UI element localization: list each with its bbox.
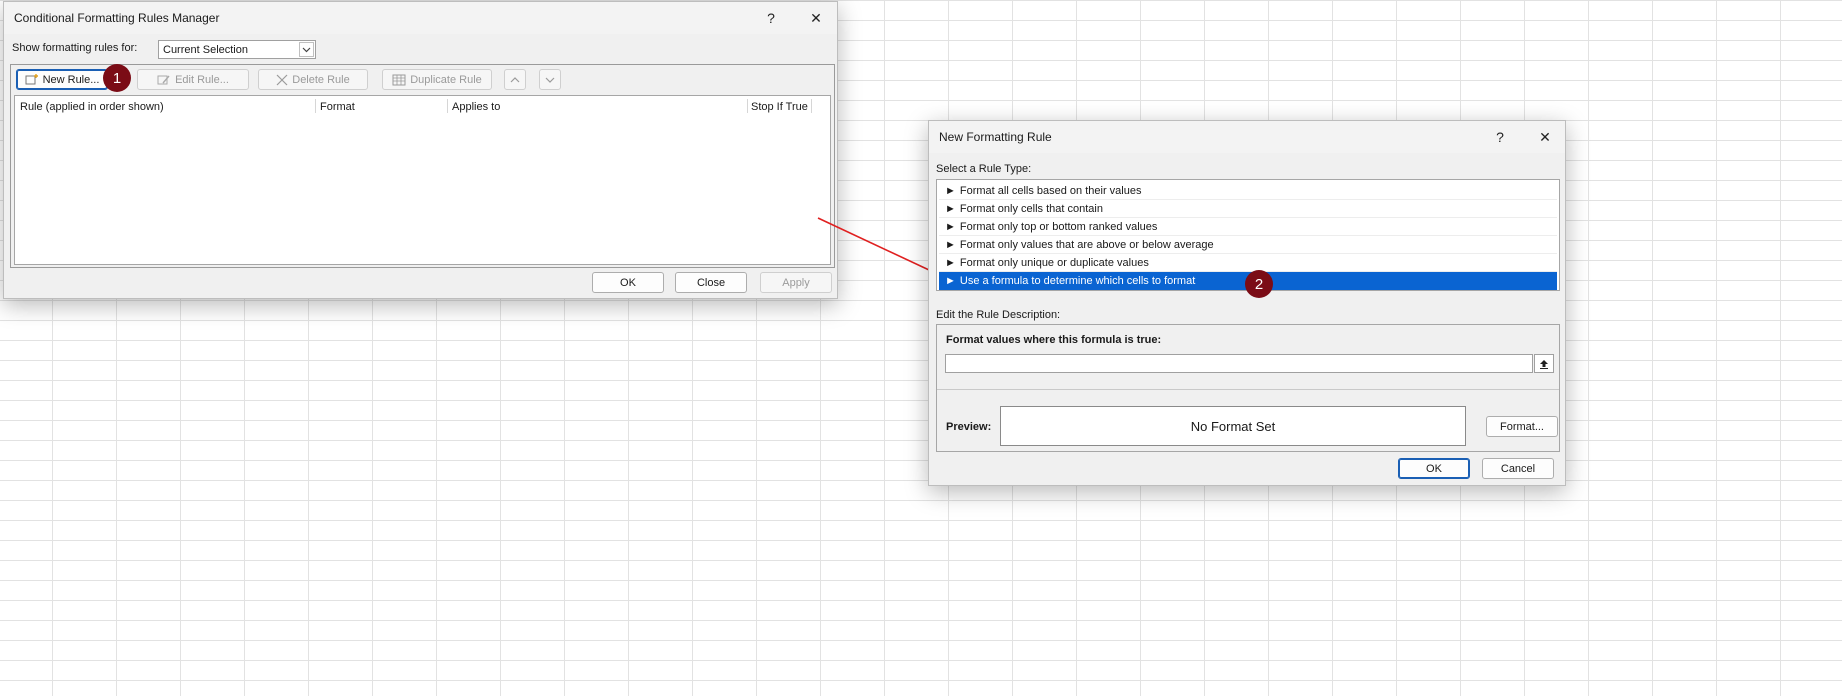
select-rule-type-label: Select a Rule Type: [936, 163, 1032, 175]
edit-rule-icon [157, 75, 170, 84]
rules-list-frame: New Rule... Edit Rule... Delete Rule Dup… [10, 64, 835, 268]
arrow-right-icon: ► [945, 238, 956, 251]
column-stop-if-true[interactable]: Stop If True [751, 101, 808, 113]
move-up-button[interactable] [504, 69, 526, 90]
move-down-button[interactable] [539, 69, 561, 90]
chevron-down-icon[interactable] [299, 42, 314, 57]
rules-list[interactable]: Rule (applied in order shown) Format App… [14, 95, 831, 265]
arrow-right-icon: ► [945, 256, 956, 269]
new-rule-title: New Formatting Rule [939, 130, 1052, 144]
new-rule-button[interactable]: New Rule... [16, 69, 108, 90]
rule-type-label: Format all cells based on their values [959, 184, 1142, 197]
chevron-down-icon [545, 77, 555, 83]
description-panel: Format values where this formula is true… [936, 324, 1560, 452]
column-format[interactable]: Format [320, 101, 355, 113]
rule-type-item[interactable]: ► Format only cells that contain [939, 200, 1557, 218]
arrow-right-icon: ► [945, 274, 956, 287]
step-marker-1: 1 [103, 64, 131, 92]
new-rule-icon [25, 73, 38, 84]
show-rules-value: Current Selection [163, 44, 248, 56]
chevron-up-icon [510, 76, 520, 82]
collapse-dialog-button[interactable] [1534, 354, 1554, 373]
edit-rule-label: Edit Rule... [175, 73, 229, 86]
help-button[interactable]: ? [756, 6, 786, 30]
cancel-button[interactable]: Cancel [1482, 458, 1554, 479]
rule-type-label: Format only values that are above or bel… [959, 238, 1214, 251]
column-rule[interactable]: Rule (applied in order shown) [20, 101, 164, 113]
rule-type-item[interactable]: ► Format all cells based on their values [939, 182, 1557, 200]
preview-text: No Format Set [1190, 418, 1276, 434]
arrow-right-icon: ► [945, 184, 956, 197]
format-button[interactable]: Format... [1486, 416, 1558, 437]
rule-type-label: Format only top or bottom ranked values [959, 220, 1158, 233]
column-applies-to[interactable]: Applies to [452, 101, 500, 113]
rule-type-label: Use a formula to determine which cells t… [959, 274, 1196, 287]
rule-type-label: Format only cells that contain [959, 202, 1103, 215]
duplicate-rule-label: Duplicate Rule [410, 73, 482, 86]
apply-button[interactable]: Apply [760, 272, 832, 293]
ok-button[interactable]: OK [592, 272, 664, 293]
rules-manager-dialog: Conditional Formatting Rules Manager ? ✕… [3, 1, 838, 299]
edit-description-label: Edit the Rule Description: [936, 309, 1061, 321]
rule-type-label: Format only unique or duplicate values [959, 256, 1149, 269]
delete-icon [276, 74, 288, 85]
preview-label: Preview: [946, 421, 992, 433]
help-button[interactable]: ? [1485, 125, 1515, 149]
show-rules-label: Show formatting rules for: [12, 42, 138, 54]
collapse-icon [1540, 359, 1548, 369]
new-rule-dialog: New Formatting Rule ? ✕ Select a Rule Ty… [928, 120, 1566, 486]
rule-type-item[interactable]: ► Format only top or bottom ranked values [939, 218, 1557, 236]
ok-button[interactable]: OK [1398, 458, 1470, 479]
close-icon[interactable]: ✕ [801, 6, 831, 30]
new-rule-titlebar[interactable]: New Formatting Rule ? ✕ [929, 121, 1565, 153]
close-button[interactable]: Close [675, 272, 747, 293]
new-rule-label: New Rule... [42, 73, 100, 86]
step-marker-2: 2 [1245, 270, 1273, 298]
formula-label: Format values where this formula is true… [946, 334, 1162, 346]
rule-type-item[interactable]: ► Format only unique or duplicate values [939, 254, 1557, 272]
rule-type-item[interactable]: ► Format only values that are above or be… [939, 236, 1557, 254]
rules-manager-title: Conditional Formatting Rules Manager [14, 11, 220, 25]
arrow-right-icon: ► [945, 202, 956, 215]
preview-box: No Format Set [1000, 406, 1466, 446]
duplicate-rule-button[interactable]: Duplicate Rule [382, 69, 492, 90]
delete-rule-button[interactable]: Delete Rule [258, 69, 368, 90]
close-icon[interactable]: ✕ [1530, 125, 1560, 149]
show-rules-dropdown[interactable]: Current Selection [158, 40, 316, 59]
duplicate-icon [392, 74, 406, 85]
edit-rule-button[interactable]: Edit Rule... [137, 69, 249, 90]
delete-rule-label: Delete Rule [292, 73, 350, 86]
formula-input[interactable] [945, 354, 1533, 373]
rules-manager-titlebar[interactable]: Conditional Formatting Rules Manager ? ✕ [4, 2, 837, 34]
arrow-right-icon: ► [945, 220, 956, 233]
